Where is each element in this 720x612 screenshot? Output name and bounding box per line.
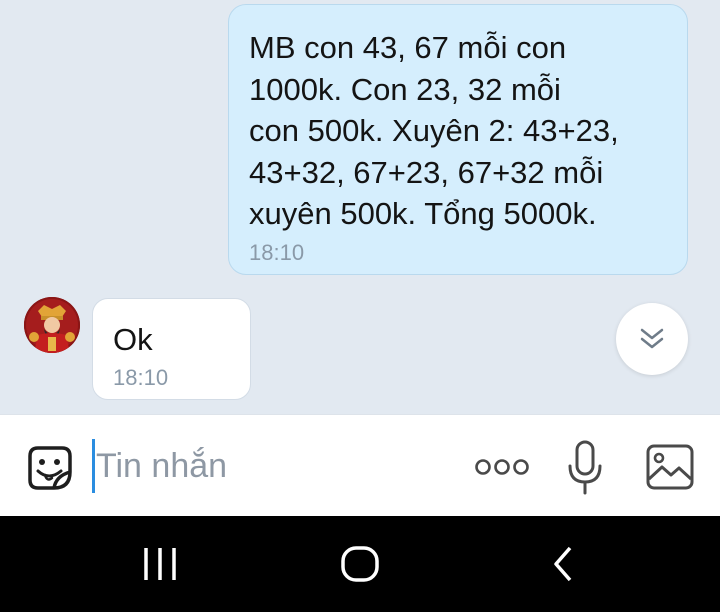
scroll-to-bottom-button[interactable] [616, 303, 688, 375]
smiley-sticker-icon [28, 446, 72, 490]
text-cursor [92, 439, 95, 493]
microphone-icon [568, 440, 602, 495]
home-icon [341, 546, 379, 582]
message-input[interactable] [96, 441, 436, 491]
outgoing-message-bubble[interactable]: MB con 43, 67 mỗi con 1000k. Con 23, 32 … [228, 4, 688, 275]
incoming-message-time: 18:10 [113, 365, 169, 390]
sticker-button[interactable] [24, 442, 76, 494]
more-options-button[interactable] [474, 455, 530, 479]
recents-button[interactable] [140, 544, 180, 584]
outgoing-message-time: 18:10 [249, 240, 305, 265]
incoming-message-text: Ok [113, 322, 153, 357]
image-gallery-icon [646, 444, 694, 490]
system-navigation-bar [0, 516, 720, 612]
incoming-message-bubble[interactable]: Ok 18:10 [92, 298, 251, 400]
back-button[interactable] [544, 544, 584, 584]
recents-icon [144, 548, 176, 580]
chevron-double-down-icon [640, 328, 664, 349]
chat-area[interactable]: MB con 43, 67 mỗi con 1000k. Con 23, 32 … [0, 0, 720, 414]
more-dots-icon [475, 459, 529, 475]
message-composer [0, 414, 720, 516]
home-button[interactable] [340, 544, 380, 584]
voice-message-button[interactable] [566, 439, 604, 497]
outgoing-message-text: MB con 43, 67 mỗi con 1000k. Con 23, 32 … [249, 30, 619, 231]
send-image-button[interactable] [645, 443, 695, 491]
contact-avatar[interactable] [24, 297, 80, 353]
back-icon [554, 546, 572, 582]
